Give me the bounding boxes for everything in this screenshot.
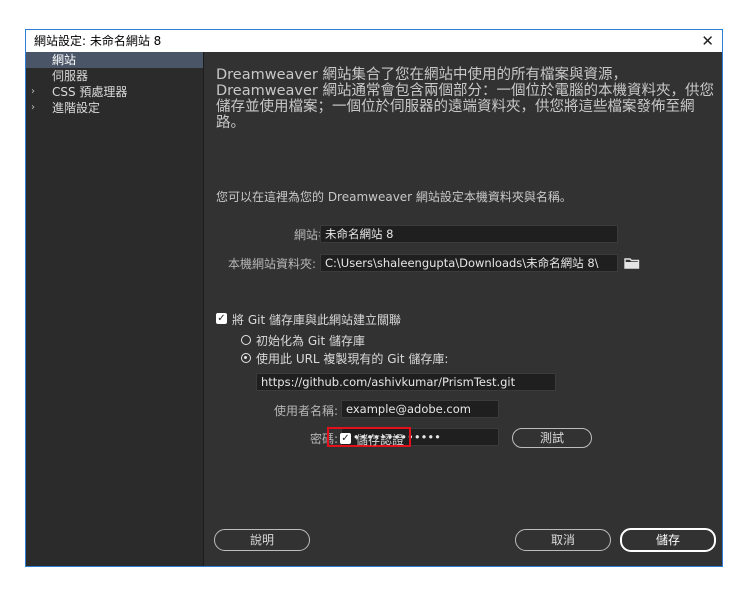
associate-git-checkbox[interactable]: ✓ bbox=[216, 313, 227, 324]
cancel-button[interactable]: 取消 bbox=[515, 529, 611, 551]
clone-git-radio[interactable] bbox=[241, 353, 251, 363]
sidebar-item-advanced-settings[interactable]: › 進階設定 bbox=[26, 100, 203, 116]
sidebar-item-label: 伺服器 bbox=[52, 69, 89, 83]
site-name-input[interactable] bbox=[320, 225, 618, 243]
hint-text: 您可以在這裡為您的 Dreamweaver 網站設定本機資料夾與名稱。 bbox=[216, 190, 572, 204]
init-git-radio[interactable] bbox=[241, 335, 251, 345]
main-panel: Dreamweaver 網站集合了您在網站中使用的所有檔案與資源，Dreamwe… bbox=[204, 52, 722, 566]
clone-git-label: 使用此 URL 複製現有的 Git 儲存庫: bbox=[256, 352, 449, 366]
chevron-right-icon[interactable]: › bbox=[31, 100, 35, 116]
title-bar: 網站設定: 未命名網站 8 ✕ bbox=[26, 30, 722, 52]
local-folder-label: 本機網站資料夾: bbox=[227, 257, 316, 271]
init-git-label: 初始化為 Git 儲存庫 bbox=[256, 334, 365, 348]
sidebar-item-label: 進階設定 bbox=[52, 101, 101, 115]
associate-git-label: 將 Git 儲存庫與此網站建立關聯 bbox=[232, 313, 401, 327]
window-title: 網站設定: 未命名網站 8 bbox=[34, 34, 162, 48]
site-setup-dialog: 網站設定: 未命名網站 8 ✕ 網站 伺服器 › CSS 預處理器 › 進階設定… bbox=[25, 29, 723, 567]
username-label: 使用者名稱: bbox=[273, 404, 338, 418]
git-url-input[interactable] bbox=[256, 373, 556, 391]
close-icon[interactable]: ✕ bbox=[701, 30, 714, 52]
help-button[interactable]: 說明 bbox=[214, 529, 310, 551]
sidebar-item-label: CSS 預處理器 bbox=[52, 85, 128, 99]
sidebar-item-label: 網站 bbox=[52, 53, 77, 67]
sidebar-item-site[interactable]: 網站 bbox=[26, 52, 203, 68]
username-input[interactable] bbox=[341, 400, 499, 418]
local-folder-input[interactable] bbox=[320, 254, 618, 272]
sidebar-item-servers[interactable]: 伺服器 bbox=[26, 68, 203, 84]
save-button[interactable]: 儲存 bbox=[620, 528, 716, 552]
test-button[interactable]: 測試 bbox=[512, 428, 592, 448]
chevron-right-icon[interactable]: › bbox=[31, 84, 35, 100]
save-credentials-checkbox[interactable]: ✓ bbox=[340, 433, 351, 444]
sidebar-item-css-preprocessors[interactable]: › CSS 預處理器 bbox=[26, 84, 203, 100]
folder-icon[interactable] bbox=[624, 257, 640, 269]
intro-text: Dreamweaver 網站集合了您在網站中使用的所有檔案與資源，Dreamwe… bbox=[216, 67, 714, 131]
save-credentials-label: 儲存認證 bbox=[356, 433, 405, 447]
sidebar: 網站 伺服器 › CSS 預處理器 › 進階設定 bbox=[26, 52, 204, 566]
password-label: 密碼: bbox=[309, 432, 338, 446]
